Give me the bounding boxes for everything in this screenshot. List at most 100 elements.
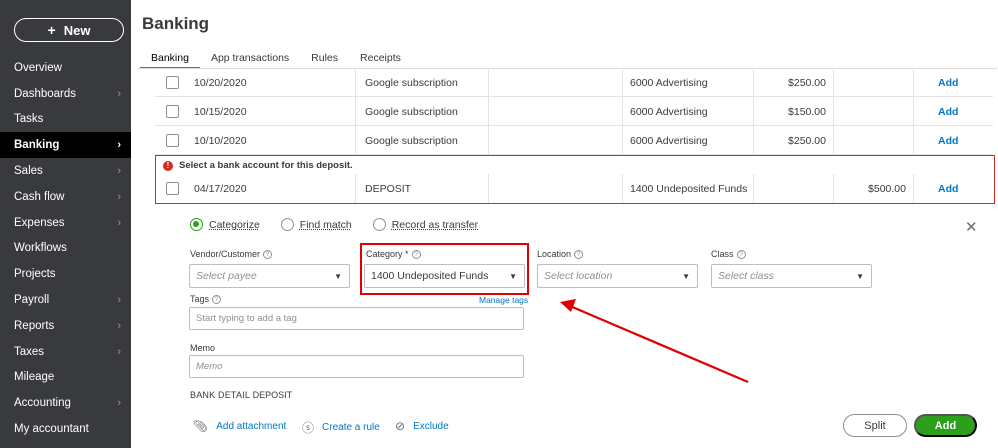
column-divider <box>913 126 914 155</box>
chevron-right-icon: › <box>117 216 121 229</box>
close-icon[interactable]: ✕ <box>965 218 978 236</box>
help-icon[interactable]: ? <box>212 294 222 304</box>
radio-label: Record as transfer <box>391 218 479 231</box>
caret-down-icon: ▼ <box>682 272 690 281</box>
sidebar-item-label: Payroll <box>14 294 50 307</box>
tags-label-text: Tags <box>190 294 210 304</box>
paperclip-icon: 📎︎ <box>193 419 209 433</box>
tab-banking[interactable]: Banking <box>140 49 200 69</box>
chevron-right-icon: › <box>117 190 121 203</box>
vendor-placeholder: Select payee <box>196 270 257 282</box>
new-button[interactable]: + New <box>14 18 124 42</box>
chevron-right-icon: › <box>117 319 121 332</box>
date-cell: 04/17/2020 <box>194 182 247 195</box>
chevron-right-icon: › <box>117 165 121 178</box>
add-button[interactable]: Add <box>914 414 977 437</box>
row-checkbox[interactable] <box>166 76 179 89</box>
sidebar-item-label: Tasks <box>14 113 44 126</box>
sidebar-item-banking[interactable]: Banking › <box>0 132 131 159</box>
radio-label: Categorize <box>209 218 260 231</box>
sidebar-item-my-accountant[interactable]: My accountant <box>0 416 131 442</box>
row-checkbox[interactable] <box>166 182 179 195</box>
row-checkbox[interactable] <box>166 134 179 147</box>
column-divider <box>622 68 623 97</box>
sidebar-item-taxes[interactable]: Taxes › <box>0 339 131 365</box>
sidebar-nav: Overview Dashboards › Tasks Banking › Sale… <box>0 55 131 442</box>
tags-label: Tags ? <box>190 294 222 304</box>
column-divider <box>753 174 754 203</box>
column-divider <box>833 174 834 203</box>
table-row[interactable]: 10/20/2020 Google subscription 6000 Adve… <box>155 68 993 97</box>
tags-input[interactable]: Start typing to add a tag <box>189 307 524 330</box>
sidebar-item-workflows[interactable]: Workflows <box>0 236 131 262</box>
exclude-link[interactable]: ⊘ Exclude <box>395 419 449 433</box>
memo-input[interactable]: Memo <box>189 355 524 378</box>
tab-rules[interactable]: Rules <box>300 49 349 69</box>
sidebar-item-sales[interactable]: Sales › <box>0 158 131 184</box>
split-button[interactable]: Split <box>843 414 907 437</box>
spent-cell: $150.00 <box>788 105 826 118</box>
sidebar-item-cash-flow[interactable]: Cash flow › <box>0 184 131 210</box>
sidebar-item-label: My accountant <box>14 423 89 436</box>
table-row[interactable]: 10/10/2020 Google subscription 6000 Adve… <box>155 126 993 155</box>
description-cell: DEPOSIT <box>365 182 412 195</box>
spent-cell: $250.00 <box>788 76 826 89</box>
column-divider <box>488 68 489 97</box>
sidebar-item-payroll[interactable]: Payroll › <box>0 287 131 313</box>
sidebar-item-projects[interactable]: Projects <box>0 261 131 287</box>
received-cell: $500.00 <box>868 182 906 195</box>
help-icon[interactable]: ? <box>574 249 584 259</box>
sidebar-item-label: Projects <box>14 268 56 281</box>
create-rule-link[interactable]: ⓢ Create a rule <box>302 419 380 436</box>
radio-categorize[interactable]: Categorize <box>190 218 260 231</box>
table-row[interactable]: 10/15/2020 Google subscription 6000 Adve… <box>155 97 993 126</box>
date-cell: 10/20/2020 <box>194 76 247 89</box>
add-link[interactable]: Add <box>938 97 958 126</box>
sidebar-item-label: Cash flow <box>14 190 65 203</box>
add-link[interactable]: Add <box>938 126 958 155</box>
class-placeholder: Select class <box>718 270 775 282</box>
description-cell: Google subscription <box>365 76 458 89</box>
help-icon[interactable]: ? <box>263 249 273 259</box>
match-mode-radios: Categorize Find match Record as transfer <box>190 218 499 231</box>
class-label: Class ? <box>711 249 746 259</box>
help-icon[interactable]: ? <box>736 249 746 259</box>
table-row[interactable]: 04/17/2020 DEPOSIT 1400 Undeposited Fund… <box>155 174 993 203</box>
vendor-select[interactable]: Select payee ▼ <box>189 264 350 288</box>
column-divider <box>913 68 914 97</box>
radio-find-match[interactable]: Find match <box>280 218 352 231</box>
sidebar-item-overview[interactable]: Overview <box>0 55 131 81</box>
location-select[interactable]: Select location ▼ <box>537 264 698 288</box>
sidebar-item-tasks[interactable]: Tasks <box>0 107 131 133</box>
column-divider <box>622 126 623 155</box>
column-divider <box>355 174 356 203</box>
error-icon: ! <box>163 160 173 171</box>
block-icon: ⊘ <box>395 419 406 433</box>
sidebar-item-accounting[interactable]: Accounting › <box>0 390 131 416</box>
column-divider <box>833 68 834 97</box>
sidebar-item-label: Expenses <box>14 216 65 229</box>
column-divider <box>753 126 754 155</box>
sidebar-item-reports[interactable]: Reports › <box>0 313 131 339</box>
location-placeholder: Select location <box>544 270 613 282</box>
tab-receipts[interactable]: Receipts <box>349 49 412 69</box>
tab-app-transactions[interactable]: App transactions <box>200 49 300 69</box>
row-checkbox[interactable] <box>166 105 179 118</box>
class-select[interactable]: Select class ▼ <box>711 264 872 288</box>
add-link[interactable]: Add <box>938 174 958 203</box>
date-cell: 10/15/2020 <box>194 105 247 118</box>
sidebar-item-label: Taxes <box>14 345 45 358</box>
column-divider <box>355 97 356 126</box>
sidebar-item-dashboards[interactable]: Dashboards › <box>0 81 131 107</box>
sidebar-item-mileage[interactable]: Mileage <box>0 365 131 391</box>
add-attachment-link[interactable]: 📎︎ Add attachment <box>193 419 286 433</box>
sidebar-item-expenses[interactable]: Expenses › <box>0 210 131 236</box>
sidebar-item-label: Workflows <box>14 242 67 255</box>
manage-tags-link[interactable]: Manage tags <box>479 295 528 305</box>
add-link[interactable]: Add <box>938 68 958 97</box>
class-label-text: Class <box>711 249 734 259</box>
exclude-label: Exclude <box>413 420 449 432</box>
sidebar-item-label: Accounting <box>14 397 71 410</box>
radio-record-as-transfer[interactable]: Record as transfer <box>372 218 479 231</box>
create-rule-label: Create a rule <box>322 422 380 433</box>
